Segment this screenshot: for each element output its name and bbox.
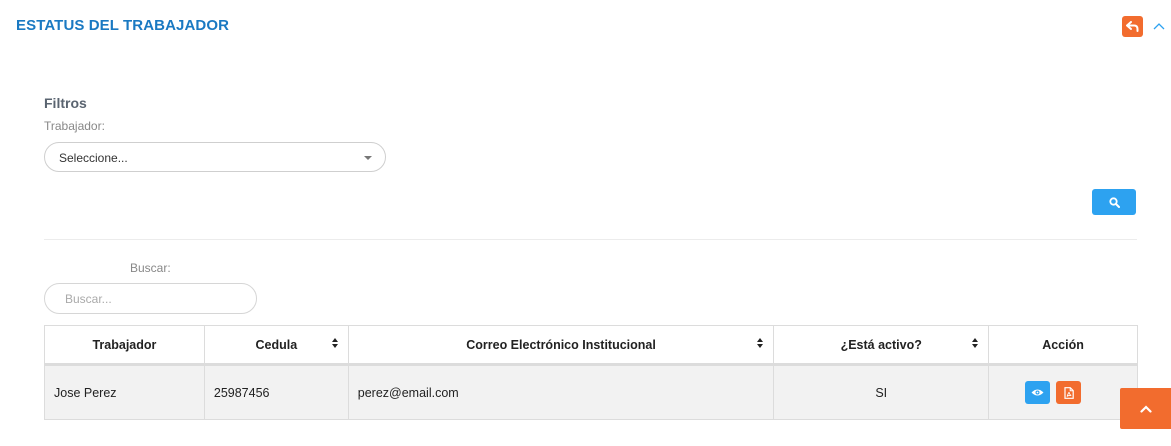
panel-title: ESTATUS DEL TRABAJADOR bbox=[16, 17, 230, 34]
pdf-file-icon bbox=[1063, 386, 1074, 399]
table-row: Jose Perez 25987456 perez@email.com SI bbox=[44, 364, 1138, 420]
cell-email: perez@email.com bbox=[347, 364, 775, 420]
undo-arrow-icon bbox=[1126, 21, 1139, 32]
pdf-button[interactable] bbox=[1056, 381, 1082, 404]
back-button[interactable] bbox=[1122, 16, 1143, 37]
filters-title: Filtros bbox=[44, 95, 87, 111]
chevron-up-icon bbox=[1139, 404, 1152, 413]
cell-active: SI bbox=[773, 364, 990, 420]
sort-icon[interactable] bbox=[331, 338, 339, 350]
sort-icon[interactable] bbox=[972, 338, 979, 350]
column-header-trabajador[interactable]: Trabajador bbox=[44, 325, 205, 366]
worker-status-table: Trabajador Cedula Correo Electrónico Ins… bbox=[44, 325, 1138, 420]
eye-icon bbox=[1031, 389, 1044, 396]
chevron-up-icon bbox=[1153, 23, 1165, 30]
worker-select-value: Seleccione... bbox=[59, 151, 128, 165]
divider bbox=[44, 239, 1137, 240]
cell-cedula: 25987456 bbox=[203, 364, 349, 420]
column-header-cedula[interactable]: Cedula bbox=[203, 325, 349, 366]
search-icon bbox=[1108, 196, 1120, 208]
column-header-action: Acción bbox=[988, 325, 1138, 366]
caret-down-icon bbox=[364, 156, 372, 160]
cell-actions bbox=[988, 364, 1138, 420]
scroll-to-top-button[interactable] bbox=[1120, 388, 1171, 429]
worker-select[interactable]: Seleccione... bbox=[44, 142, 386, 172]
cell-worker: Jose Perez bbox=[44, 364, 205, 420]
column-header-active[interactable]: ¿Está activo? bbox=[773, 325, 990, 366]
search-button[interactable] bbox=[1092, 189, 1136, 215]
search-input[interactable] bbox=[44, 283, 257, 314]
view-button[interactable] bbox=[1025, 381, 1051, 404]
sort-icon[interactable] bbox=[757, 338, 764, 350]
search-label: Buscar: bbox=[130, 261, 171, 275]
worker-label: Trabajador: bbox=[44, 119, 105, 133]
column-header-email[interactable]: Correo Electrónico Institucional bbox=[347, 325, 775, 366]
collapse-button[interactable] bbox=[1151, 18, 1167, 34]
table-header-row: Trabajador Cedula Correo Electrónico Ins… bbox=[44, 325, 1138, 366]
